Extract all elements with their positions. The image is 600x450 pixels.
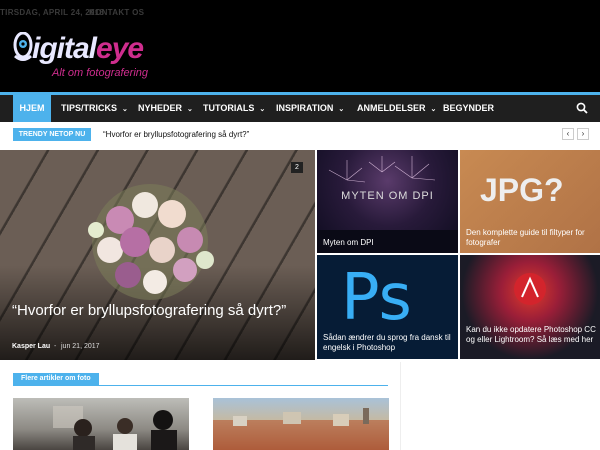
nav-item-label: ANMELDELSER	[357, 103, 426, 113]
meta-separator: -	[54, 343, 57, 350]
chevron-down-icon: ⌄	[122, 106, 128, 113]
tile-caption[interactable]: Kan du ikke opdatere Photoshop CC og ell…	[466, 325, 596, 345]
nav-item-label: NYHEDER	[138, 103, 183, 113]
trending-badge: TRENDY NETOP NU	[13, 128, 91, 141]
search-icon[interactable]	[576, 102, 588, 114]
article-thumbnail[interactable]	[213, 398, 389, 450]
trending-bar: TRENDY NETOP NU “Hvorfor er bryllupsfoto…	[0, 122, 600, 148]
nav-item-label: BEGYNDER	[443, 103, 495, 113]
chevron-down-icon: ⌄	[338, 106, 345, 113]
featured-article[interactable]: 2 “Hvorfor er bryllupsfotografering så d…	[0, 150, 315, 360]
nav-item-news[interactable]: NYHEDER ⌄	[138, 95, 193, 122]
nav-item-reviews[interactable]: ANMELDELSER ⌄	[357, 95, 436, 122]
site-header: TIRSDAG, APRIL 24, 2018 KONTAKT OS igita…	[0, 0, 600, 92]
featured-title[interactable]: “Hvorfor er bryllupsfotografering så dyr…	[12, 302, 302, 319]
nav-item-tips[interactable]: TIPS/TRICKS ⌄	[61, 95, 128, 122]
contact-link[interactable]: KONTAKT OS	[89, 8, 144, 17]
people-image	[53, 406, 177, 450]
nav-item-label: TIPS/TRICKS	[61, 103, 118, 113]
logo-tagline: Alt om fotografering	[52, 67, 148, 79]
prev-arrow-button[interactable]: ‹	[562, 128, 574, 140]
nav-item-beginner[interactable]: BEGYNDER	[443, 95, 494, 122]
site-logo[interactable]: igitaleye Alt om fotografering	[12, 30, 152, 84]
logo-wordmark-part1: igital	[32, 32, 97, 65]
logo-wordmark-part2: eye	[96, 32, 144, 65]
city-image	[213, 408, 389, 450]
gallery-count-badge: 2	[291, 162, 303, 173]
section-title-more-articles[interactable]: Flere artikler om foto	[13, 373, 99, 385]
eye-logo-icon	[13, 32, 33, 61]
article-tile-filetypes[interactable]: JPG? Den komplette guide til filtyper fo…	[460, 150, 600, 253]
nav-item-inspiration[interactable]: INSPIRATION ⌄	[276, 95, 344, 122]
featured-author[interactable]: Kasper Lau	[12, 343, 50, 350]
tile-caption[interactable]: Sådan ændrer du sprog fra dansk til enge…	[323, 333, 453, 353]
logo-wordmark: igitaleye	[32, 32, 144, 65]
next-arrow-button[interactable]: ›	[577, 128, 589, 140]
main-nav: HJEM TIPS/TRICKS ⌄ NYHEDER ⌄ TUTORIALS ⌄ IN…	[0, 92, 600, 122]
nav-item-label: HJEM	[19, 103, 45, 113]
photoshop-logo: Ps	[341, 261, 412, 335]
nav-item-tutorials[interactable]: TUTORIALS ⌄	[203, 95, 265, 122]
featured-date: jun 21, 2017	[61, 343, 100, 350]
section-divider	[13, 385, 388, 386]
tile-overlay-text: MYTEN OM DPI	[341, 190, 434, 202]
trending-headline-link[interactable]: “Hvorfor er bryllupsfotografering så dyr…	[103, 128, 249, 141]
article-tile-photoshop-language[interactable]: Ps Sådan ændrer du sprog fra dansk til e…	[317, 255, 458, 359]
chevron-down-icon: ⌄	[259, 106, 266, 113]
tile-caption[interactable]: Myten om DPI	[323, 238, 374, 248]
article-thumbnail[interactable]	[13, 398, 189, 450]
nav-item-label: INSPIRATION	[276, 103, 334, 113]
nav-item-home[interactable]: HJEM	[13, 95, 51, 122]
chevron-down-icon: ⌄	[430, 106, 437, 113]
sidebar-divider	[400, 362, 401, 450]
tile-overlay-text: JPG?	[480, 172, 564, 208]
nav-item-label: TUTORIALS	[203, 103, 255, 113]
article-tile-dpi[interactable]: MYTEN OM DPI Myten om DPI	[317, 150, 458, 253]
article-tile-update-photoshop[interactable]: Kan du ikke opdatere Photoshop CC og ell…	[460, 255, 600, 359]
chevron-down-icon: ⌄	[187, 106, 193, 113]
tile-caption[interactable]: Den komplette guide til filtyper for fot…	[466, 228, 594, 248]
bouquet-image	[88, 184, 214, 300]
